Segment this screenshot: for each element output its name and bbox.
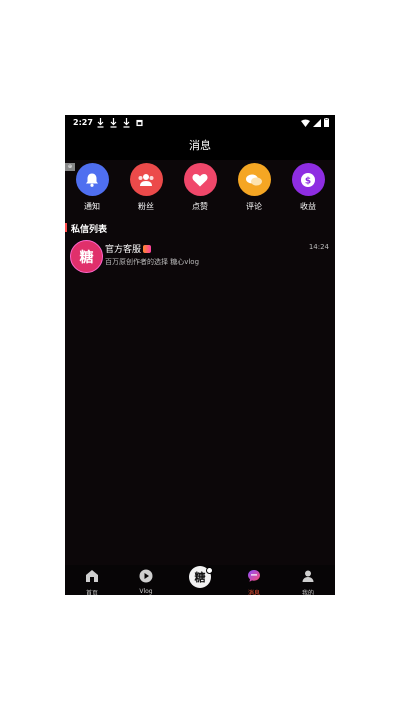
category-row: 通知 粉丝 点赞 评论 $ 收益 xyxy=(65,163,335,218)
message-sender: 官方客服 xyxy=(105,242,152,255)
section-title: 私信列表 xyxy=(71,225,108,235)
category-earnings[interactable]: $ 收益 xyxy=(288,163,328,212)
tab-label: Vlog xyxy=(139,588,153,595)
dollar-icon: $ xyxy=(291,163,325,196)
status-icons xyxy=(301,118,329,127)
message-preview: 百万原创作者的选择 糖心vlog xyxy=(105,258,200,266)
page-title: 消息 xyxy=(65,132,335,160)
bottom-tab-bar: 首页 Vlog 糖 消息 我的 xyxy=(65,565,335,595)
section-marker xyxy=(65,223,67,232)
category-comments[interactable]: 评论 xyxy=(234,163,274,212)
signal-icon xyxy=(313,118,321,127)
comment-icon xyxy=(237,163,271,196)
message-icon xyxy=(248,570,260,582)
home-icon xyxy=(86,570,98,582)
users-icon xyxy=(129,163,163,196)
center-logo-icon: 糖 xyxy=(194,571,206,584)
message-sender-name: 官方客服 xyxy=(105,245,142,255)
download-icon xyxy=(97,118,104,128)
category-likes[interactable]: 点赞 xyxy=(180,163,220,212)
svg-text:$: $ xyxy=(305,176,311,186)
download-icon xyxy=(110,118,117,128)
verified-badge-icon xyxy=(143,245,152,253)
list-item[interactable]: 糖 官方客服 百万原创作者的选择 糖心vlog 14:24 xyxy=(65,237,335,277)
image-notification-icon xyxy=(136,119,143,127)
tab-vlog[interactable]: Vlog xyxy=(126,568,166,595)
category-label: 收益 xyxy=(300,202,316,211)
profile-icon xyxy=(302,570,314,582)
play-icon xyxy=(139,569,153,583)
download-icon xyxy=(123,118,130,128)
category-label: 评论 xyxy=(246,202,262,211)
message-time: 14:24 xyxy=(308,243,329,251)
tab-profile[interactable]: 我的 xyxy=(288,568,328,595)
wifi-icon xyxy=(301,119,310,127)
category-label: 点赞 xyxy=(192,202,208,211)
category-label: 粉丝 xyxy=(138,202,154,211)
heart-icon xyxy=(183,163,217,196)
tab-label: 消息 xyxy=(247,590,260,595)
avatar: 糖 xyxy=(70,240,103,273)
tab-home[interactable]: 首页 xyxy=(72,568,112,595)
category-label: 通知 xyxy=(84,202,100,211)
tab-label: 首页 xyxy=(85,590,98,595)
category-notifications[interactable]: 通知 xyxy=(72,163,112,212)
bell-icon xyxy=(75,163,109,196)
battery-icon xyxy=(324,118,329,127)
phone-screen: 2:27 消息 ⊕ 通知 粉丝 点赞 评论 $ 收益 私信列表 糖 官方客服 百… xyxy=(65,115,335,595)
status-bar: 2:27 xyxy=(65,115,335,132)
tab-label: 我的 xyxy=(301,590,314,595)
category-fans[interactable]: 粉丝 xyxy=(126,163,166,212)
center-badge-dot xyxy=(206,567,213,574)
status-time: 2:27 xyxy=(73,118,93,127)
tab-messages[interactable]: 消息 xyxy=(234,568,274,595)
